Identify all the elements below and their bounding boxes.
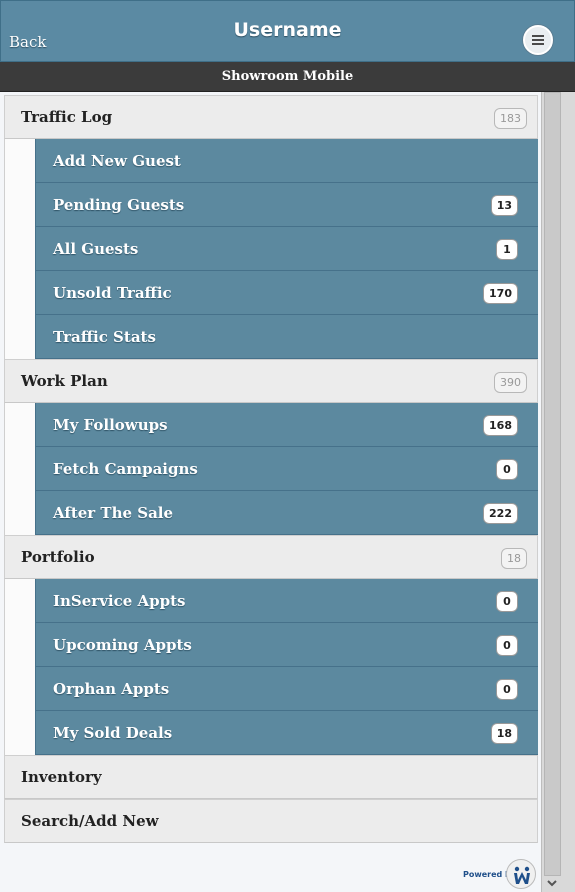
section-body-portfolio: InService Appts 0 Upcoming Appts 0 Orpha… xyxy=(4,579,538,755)
item-traffic-stats[interactable]: Traffic Stats xyxy=(35,315,538,359)
item-label: Orphan Appts xyxy=(53,680,170,698)
scroll-down-arrow-icon[interactable] xyxy=(545,877,559,889)
subheader-bar: Showroom Mobile xyxy=(0,62,575,92)
count-badge: 1 xyxy=(496,239,518,260)
item-orphan-appts[interactable]: Orphan Appts 0 xyxy=(35,667,538,711)
app-header: Back Username xyxy=(0,0,575,62)
section-work-plan[interactable]: Work Plan 390 xyxy=(4,359,538,403)
count-badge: 0 xyxy=(496,679,518,700)
item-inservice-appts[interactable]: InService Appts 0 xyxy=(35,579,538,623)
item-label: Fetch Campaigns xyxy=(53,460,198,478)
menu-button[interactable] xyxy=(523,25,553,55)
section-label: Traffic Log xyxy=(21,108,113,126)
page-title: Username xyxy=(233,19,342,41)
section-label: Search/Add New xyxy=(21,812,159,830)
item-my-followups[interactable]: My Followups 168 xyxy=(35,403,538,447)
count-badge: 0 xyxy=(496,459,518,480)
item-add-new-guest[interactable]: Add New Guest xyxy=(35,139,538,183)
item-label: Pending Guests xyxy=(53,196,185,214)
item-label: My Followups xyxy=(53,416,168,434)
count-badge: 222 xyxy=(483,503,518,524)
section-label: Inventory xyxy=(21,768,102,786)
section-body-traffic-log: Add New Guest Pending Guests 13 All Gues… xyxy=(4,139,538,359)
count-badge: 170 xyxy=(483,283,518,304)
section-traffic-log[interactable]: Traffic Log 183 xyxy=(4,95,538,139)
hamburger-menu-icon xyxy=(532,35,544,45)
scrollbar[interactable] xyxy=(541,92,575,892)
item-upcoming-appts[interactable]: Upcoming Appts 0 xyxy=(35,623,538,667)
section-count-badge: 183 xyxy=(494,108,527,129)
item-pending-guests[interactable]: Pending Guests 13 xyxy=(35,183,538,227)
section-label: Portfolio xyxy=(21,548,95,566)
count-badge: 168 xyxy=(483,415,518,436)
item-all-guests[interactable]: All Guests 1 xyxy=(35,227,538,271)
item-after-the-sale[interactable]: After The Sale 222 xyxy=(35,491,538,535)
item-my-sold-deals[interactable]: My Sold Deals 18 xyxy=(35,711,538,755)
section-portfolio[interactable]: Portfolio 18 xyxy=(4,535,538,579)
count-badge: 13 xyxy=(490,195,518,216)
section-inventory[interactable]: Inventory xyxy=(4,755,538,799)
item-label: After The Sale xyxy=(53,504,174,522)
section-body-work-plan: My Followups 168 Fetch Campaigns 0 After… xyxy=(4,403,538,535)
item-label: InService Appts xyxy=(53,592,186,610)
item-label: Upcoming Appts xyxy=(53,636,192,654)
section-search-add-new[interactable]: Search/Add New xyxy=(4,799,538,843)
item-label: Add New Guest xyxy=(53,152,181,170)
item-fetch-campaigns[interactable]: Fetch Campaigns 0 xyxy=(35,447,538,491)
item-label: Traffic Stats xyxy=(53,328,156,346)
item-label: Unsold Traffic xyxy=(53,284,172,302)
scrollbar-thumb[interactable] xyxy=(544,92,561,876)
section-count-badge: 390 xyxy=(494,372,527,393)
count-badge: 0 xyxy=(496,591,518,612)
count-badge: 0 xyxy=(496,635,518,656)
mi-logo-icon xyxy=(506,859,536,889)
item-label: My Sold Deals xyxy=(53,724,173,742)
item-unsold-traffic[interactable]: Unsold Traffic 170 xyxy=(35,271,538,315)
count-badge: 18 xyxy=(490,723,518,744)
section-label: Work Plan xyxy=(21,372,108,390)
menu-list: Traffic Log 183 Add New Guest Pending Gu… xyxy=(4,95,538,852)
item-label: All Guests xyxy=(53,240,139,258)
section-count-badge: 18 xyxy=(501,548,527,569)
